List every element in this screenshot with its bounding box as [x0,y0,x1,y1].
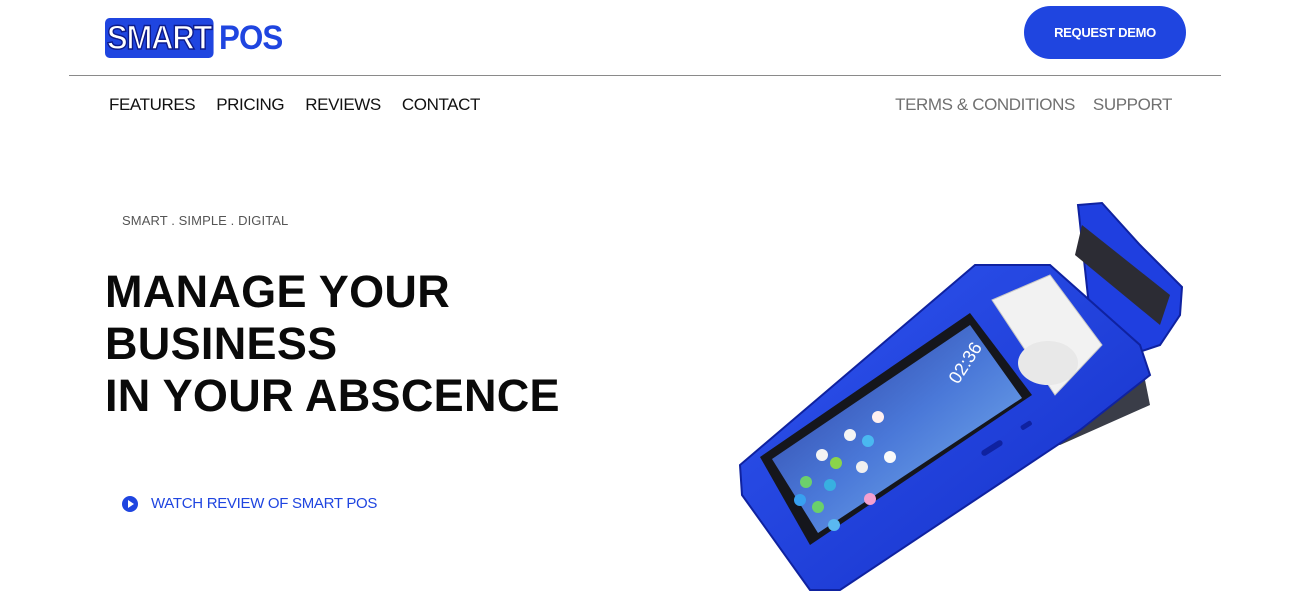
secondary-nav: TERMS & CONDITIONS SUPPORT [895,95,1172,115]
logo-pos-text: POS [219,19,283,57]
nav-terms[interactable]: TERMS & CONDITIONS [895,95,1075,115]
nav-support[interactable]: SUPPORT [1093,95,1172,115]
headline-line-3: IN YOUR ABSCENCE [105,370,560,421]
nav-pricing[interactable]: PRICING [216,95,284,115]
headline-line-1: MANAGE YOUR [105,266,450,317]
request-demo-button[interactable]: REQUEST DEMO [1024,6,1186,59]
hero-headline: MANAGE YOUR BUSINESS IN YOUR ABSCENCE [105,266,560,422]
headline-line-2: BUSINESS [105,318,338,369]
nav-features[interactable]: FEATURES [109,95,196,115]
logo-smart-text: SMART [105,18,214,58]
watch-review-link[interactable]: WATCH REVIEW OF SMART POS [122,495,377,512]
primary-nav: FEATURES PRICING REVIEWS CONTACT [109,95,480,115]
play-icon [122,495,138,512]
logo[interactable]: SMART POS [105,17,288,59]
nav-reviews[interactable]: REVIEWS [305,95,381,115]
pos-device-image: 02:36 [738,201,1184,591]
header-divider [69,75,1221,76]
hero-tagline: SMART . SIMPLE . DIGITAL [122,213,289,228]
nav-contact[interactable]: CONTACT [402,95,481,115]
watch-review-label: WATCH REVIEW OF SMART POS [151,495,378,512]
